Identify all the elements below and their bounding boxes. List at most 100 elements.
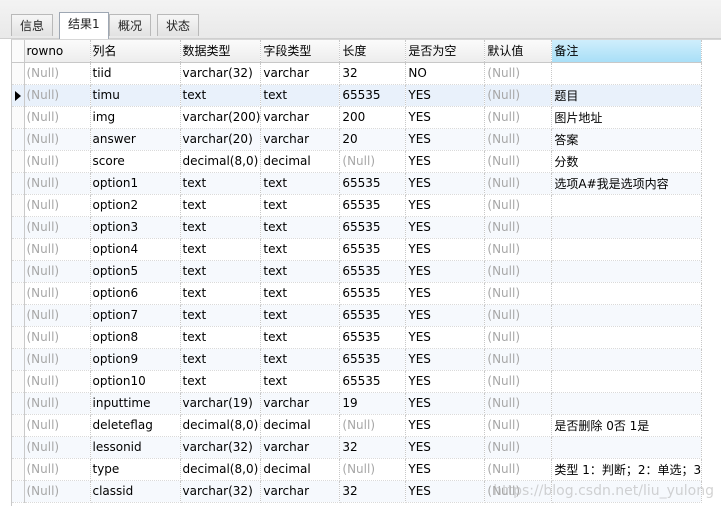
row-indicator[interactable]	[12, 370, 25, 393]
nullable-cell[interactable]: YES	[405, 370, 486, 393]
data-type-cell[interactable]: decimal(8,0)	[180, 150, 262, 173]
data-type-cell[interactable]: varchar(32)	[180, 480, 262, 503]
column-name-cell[interactable]: tiid	[90, 62, 181, 85]
nullable-cell[interactable]: YES	[405, 414, 486, 437]
column-name-cell[interactable]: option5	[90, 260, 181, 283]
remark-cell[interactable]	[551, 282, 703, 305]
remark-cell[interactable]	[551, 62, 703, 85]
rowno-cell[interactable]: (Null)	[24, 260, 91, 283]
length-cell[interactable]: 32	[339, 62, 407, 85]
table-row[interactable]: (Null) score decimal(8,0) decimal (Null) YES(…	[12, 150, 703, 173]
table-row[interactable]: (Null) answer varchar(20) varchar 20 YES (Null…	[12, 128, 703, 151]
data-type-cell[interactable]: text	[180, 260, 262, 283]
rowno-cell[interactable]: (Null)	[24, 106, 91, 129]
row-indicator[interactable]	[12, 326, 25, 349]
length-cell[interactable]: 20	[339, 128, 407, 151]
nullable-cell[interactable]: YES	[405, 282, 486, 305]
field-type-cell[interactable]: varchar	[260, 128, 341, 151]
column-name-cell[interactable]: option9	[90, 348, 181, 371]
table-row[interactable]: (Null) option2 text text 65535 YES (Null)	[12, 194, 703, 217]
nullable-cell[interactable]: YES	[405, 84, 486, 107]
rowno-cell[interactable]: (Null)	[24, 436, 91, 459]
table-row[interactable]: (Null) img varchar(200) varchar 200 YES (Null)…	[12, 106, 703, 129]
remark-cell[interactable]: 是否删除 0否 1是	[551, 414, 703, 437]
default-cell[interactable]: (Null)	[484, 84, 553, 107]
col-header-field-type[interactable]: 字段类型	[260, 40, 341, 63]
column-name-cell[interactable]: option3	[90, 216, 181, 239]
default-cell[interactable]: (Null)	[484, 370, 553, 393]
col-header-rowno[interactable]: rowno	[24, 40, 91, 63]
length-cell[interactable]: (Null)	[339, 414, 407, 437]
row-indicator[interactable]	[12, 282, 25, 305]
default-cell[interactable]: (Null)	[484, 436, 553, 459]
rowno-cell[interactable]: (Null)	[24, 172, 91, 195]
rowno-cell[interactable]: (Null)	[24, 480, 91, 503]
rowno-cell[interactable]: (Null)	[24, 326, 91, 349]
remark-cell[interactable]: 题目	[551, 84, 703, 107]
field-type-cell[interactable]: text	[260, 282, 341, 305]
table-row[interactable]: (Null) type decimal(8,0) decimal (Null) YES (N…	[12, 458, 703, 481]
default-cell[interactable]: (Null)	[484, 414, 553, 437]
default-cell[interactable]: (Null)	[484, 62, 553, 85]
rowno-cell[interactable]: (Null)	[24, 238, 91, 261]
table-row[interactable]: (Null) option8 text text 65535 YES (Null)	[12, 326, 703, 349]
nullable-cell[interactable]: YES	[405, 458, 486, 481]
data-type-cell[interactable]: text	[180, 84, 262, 107]
remark-cell[interactable]	[551, 216, 703, 239]
remark-cell[interactable]	[551, 348, 703, 371]
column-name-cell[interactable]: option10	[90, 370, 181, 393]
data-type-cell[interactable]: text	[180, 326, 262, 349]
field-type-cell[interactable]: decimal	[260, 150, 341, 173]
row-indicator[interactable]	[12, 436, 25, 459]
data-type-cell[interactable]: text	[180, 194, 262, 217]
table-row[interactable]: (Null) inputtime varchar(19) varchar 19 YES (N…	[12, 392, 703, 415]
length-cell[interactable]: 65535	[339, 172, 407, 195]
row-indicator[interactable]	[12, 458, 25, 481]
row-indicator[interactable]	[12, 216, 25, 239]
nullable-cell[interactable]: YES	[405, 150, 486, 173]
field-type-cell[interactable]: varchar	[260, 436, 341, 459]
table-row[interactable]: (Null) option5 text text 65535 YES (Null)	[12, 260, 703, 283]
data-type-cell[interactable]: varchar(32)	[180, 62, 262, 85]
length-cell[interactable]: 32	[339, 436, 407, 459]
rowno-cell[interactable]: (Null)	[24, 392, 91, 415]
data-type-cell[interactable]: decimal(8,0)	[180, 458, 262, 481]
data-type-cell[interactable]: text	[180, 216, 262, 239]
remark-cell[interactable]	[551, 370, 703, 393]
rowno-cell[interactable]: (Null)	[24, 128, 91, 151]
table-row[interactable]: (Null) classid varchar(32) varchar 32 YES (Nul…	[12, 480, 703, 503]
field-type-cell[interactable]: text	[260, 216, 341, 239]
remark-cell[interactable]	[551, 480, 703, 503]
remark-cell[interactable]	[551, 194, 703, 217]
field-type-cell[interactable]: varchar	[260, 62, 341, 85]
row-indicator[interactable]	[12, 106, 25, 129]
column-name-cell[interactable]: option8	[90, 326, 181, 349]
column-name-cell[interactable]: option1	[90, 172, 181, 195]
default-cell[interactable]: (Null)	[484, 348, 553, 371]
table-row[interactable]: (Null) option4 text text 65535 YES (Null)	[12, 238, 703, 261]
remark-cell[interactable]	[551, 238, 703, 261]
field-type-cell[interactable]: varchar	[260, 480, 341, 503]
table-row[interactable]: (Null) option9 text text 65535 YES (Null)	[12, 348, 703, 371]
nullable-cell[interactable]: YES	[405, 480, 486, 503]
nullable-cell[interactable]: YES	[405, 392, 486, 415]
default-cell[interactable]: (Null)	[484, 194, 553, 217]
row-indicator[interactable]	[12, 480, 25, 503]
rowno-cell[interactable]: (Null)	[24, 370, 91, 393]
default-cell[interactable]: (Null)	[484, 172, 553, 195]
default-cell[interactable]: (Null)	[484, 480, 553, 503]
field-type-cell[interactable]: text	[260, 172, 341, 195]
data-type-cell[interactable]: varchar(32)	[180, 436, 262, 459]
row-indicator[interactable]	[12, 414, 25, 437]
rowno-cell[interactable]: (Null)	[24, 348, 91, 371]
length-cell[interactable]: 65535	[339, 326, 407, 349]
row-indicator[interactable]	[12, 128, 25, 151]
remark-cell[interactable]	[551, 304, 703, 327]
rowno-cell[interactable]: (Null)	[24, 458, 91, 481]
field-type-cell[interactable]: decimal	[260, 458, 341, 481]
default-cell[interactable]: (Null)	[484, 128, 553, 151]
field-type-cell[interactable]: text	[260, 84, 341, 107]
default-cell[interactable]: (Null)	[484, 106, 553, 129]
rowno-cell[interactable]: (Null)	[24, 84, 91, 107]
table-row[interactable]: (Null) option3 text text 65535 YES (Null)	[12, 216, 703, 239]
